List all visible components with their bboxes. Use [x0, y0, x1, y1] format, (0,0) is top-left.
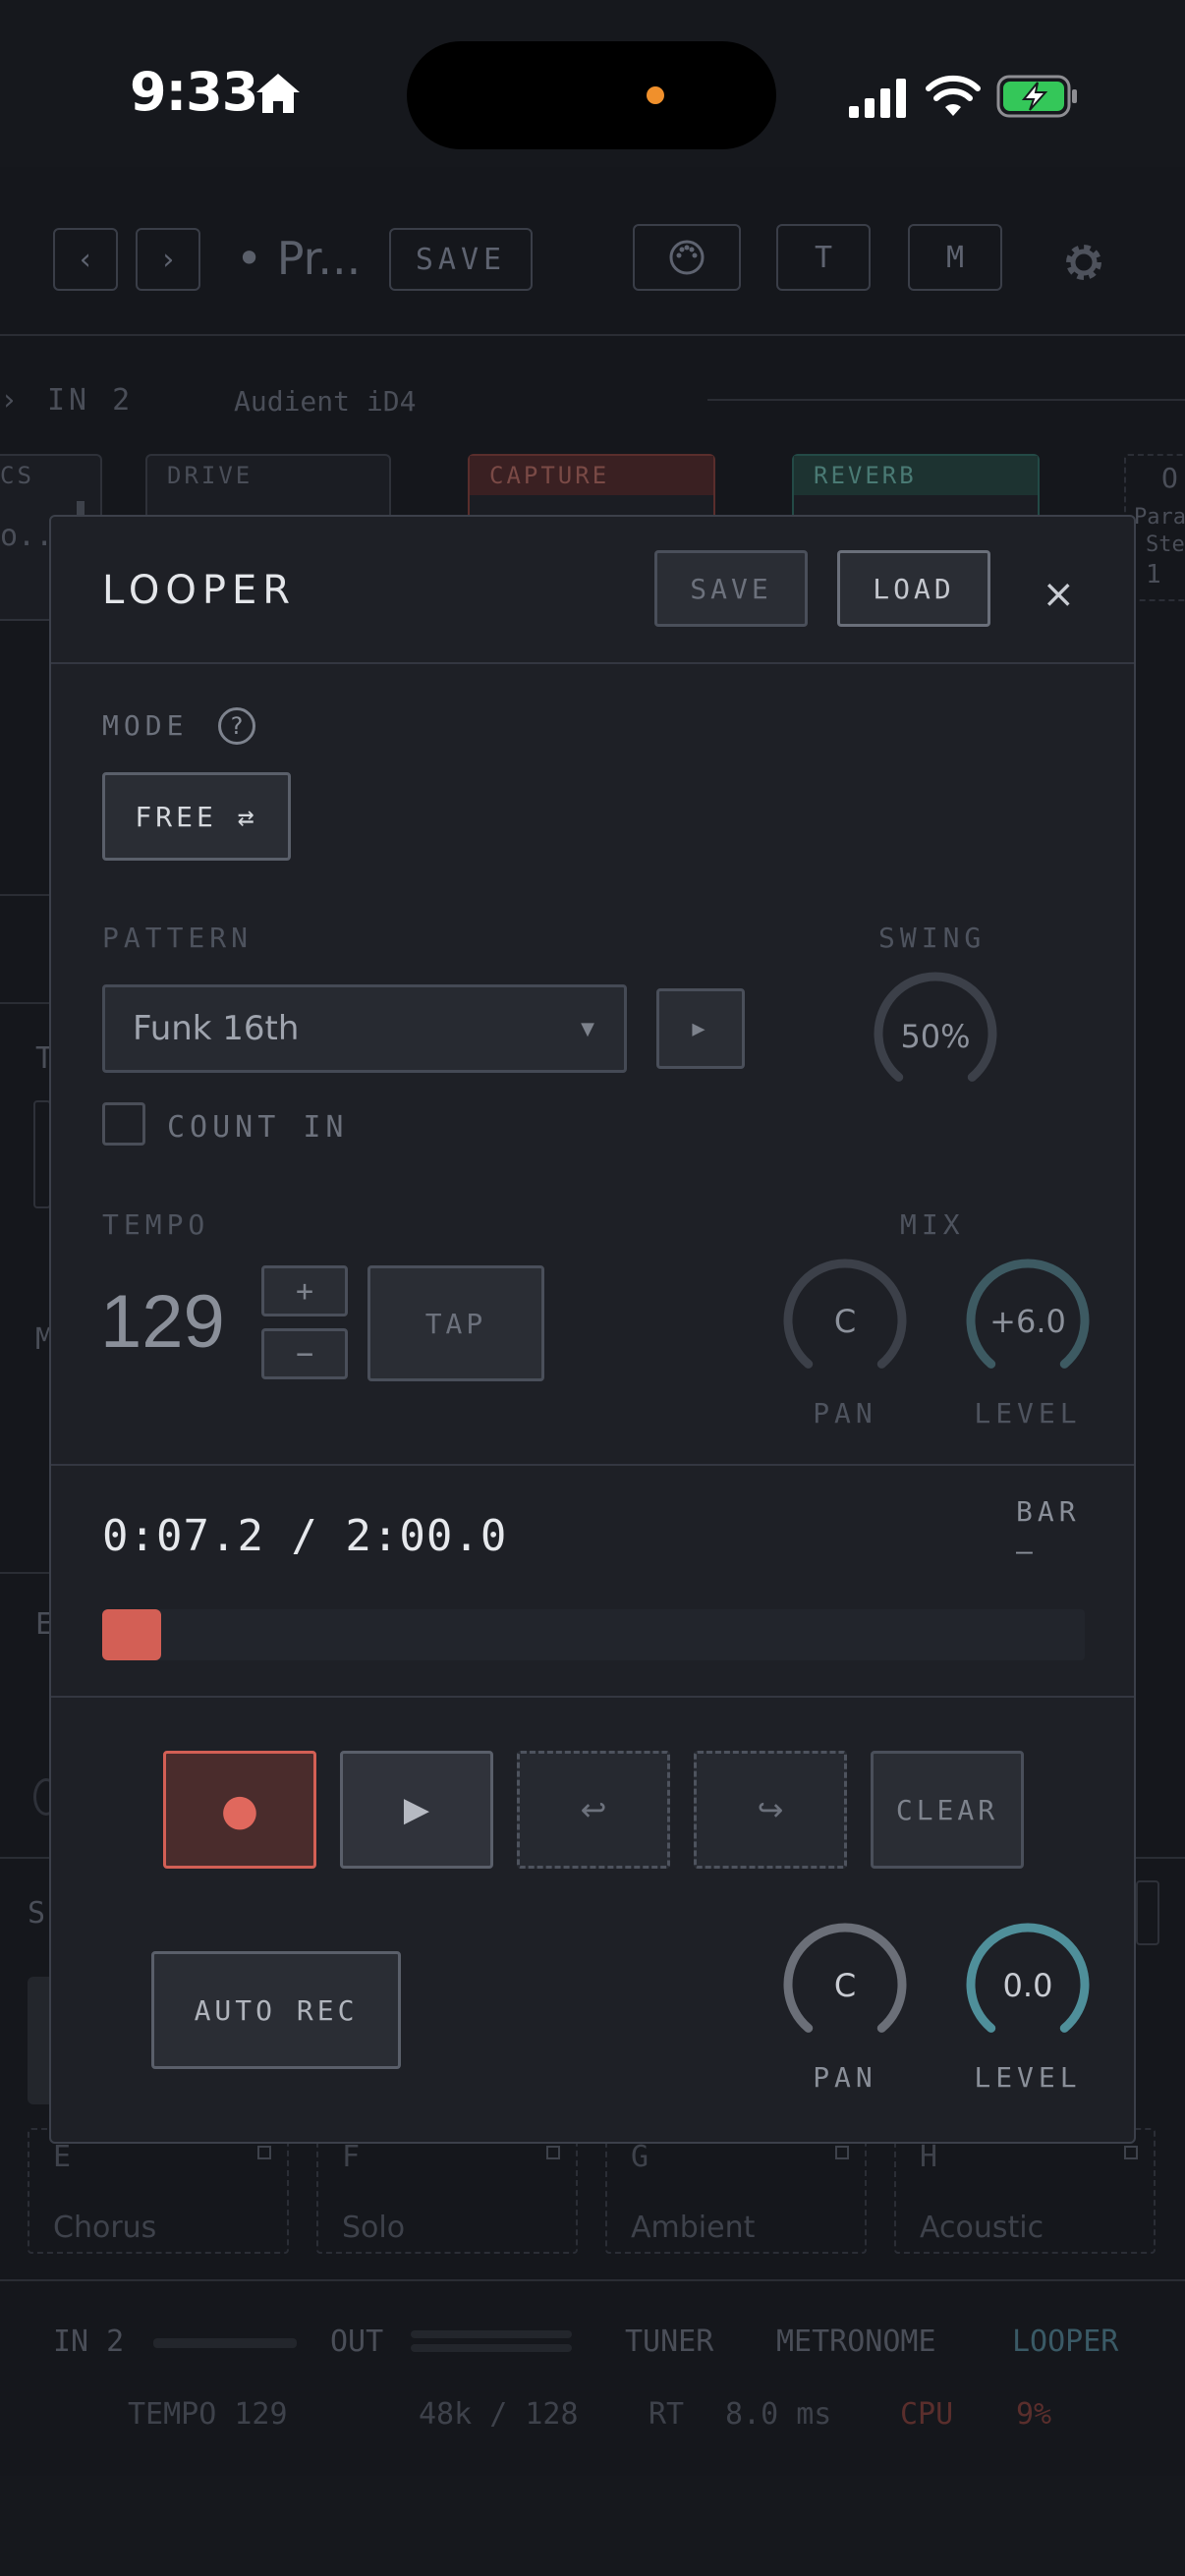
output-meter-r	[411, 2344, 572, 2352]
mix-pan-value: C	[833, 1303, 857, 1340]
status-time: 9:33	[130, 61, 258, 123]
t-button[interactable]: T	[776, 224, 871, 291]
record-icon: ●	[220, 1784, 259, 1835]
preset-save-button[interactable]: SAVE	[389, 228, 533, 291]
bottom-tempo: TEMPO 129	[128, 2397, 288, 2432]
scene-h[interactable]: H Acoustic	[894, 2128, 1156, 2254]
bg-letter-s: S	[28, 1896, 46, 1931]
redo-icon: ↪	[757, 1791, 784, 1828]
cellular-signal-icon	[849, 79, 906, 118]
input-label: IN 2	[47, 383, 135, 418]
tempo-increment-button[interactable]: +	[261, 1265, 348, 1316]
tap-tempo-button[interactable]: TAP	[367, 1265, 544, 1381]
prev-preset-button[interactable]: ‹	[53, 228, 118, 291]
wifi-icon	[926, 75, 981, 116]
pattern-play-button[interactable]: ▶	[656, 988, 745, 1069]
bottom-out-label: OUT	[330, 2324, 384, 2359]
bar-label: BAR	[1016, 1495, 1081, 1528]
bottom-in-label: IN 2	[53, 2324, 125, 2359]
bar-value: —	[1016, 1535, 1038, 1567]
loop-playhead[interactable]	[102, 1609, 161, 1660]
play-button[interactable]: ▶	[340, 1751, 493, 1869]
bottom-sample-rate: 48k / 128	[419, 2397, 579, 2432]
pattern-select-value: Funk 16th	[133, 1009, 300, 1048]
bottom-cpu-value: 9%	[1016, 2397, 1052, 2432]
pattern-label: PATTERN	[102, 922, 254, 954]
bottom-rt-label: RT	[649, 2397, 685, 2432]
scene-f[interactable]: F Solo	[316, 2128, 578, 2254]
midi-icon	[669, 240, 705, 275]
output-pan-label: PAN	[813, 2061, 877, 2094]
tempo-value: 129	[100, 1280, 225, 1364]
count-in-label: COUNT IN	[167, 1110, 349, 1145]
input-chevron: ›	[0, 383, 19, 418]
scene-g[interactable]: G Ambient	[605, 2128, 867, 2254]
tempo-label: TEMPO	[102, 1208, 210, 1241]
play-icon: ▶	[403, 1790, 430, 1829]
mix-level-value: +6.0	[989, 1303, 1066, 1340]
bottom-status-bar: IN 2 OUT TUNER METRONOME LOOPER TEMPO 12…	[0, 2279, 1185, 2476]
bg-right-control	[1136, 1880, 1159, 1945]
looper-title: LOOPER	[102, 568, 297, 613]
mode-label: MODE	[102, 709, 189, 742]
dynamic-island	[407, 41, 776, 149]
battery-charging-icon	[996, 75, 1077, 118]
looper-save-button[interactable]: SAVE	[654, 550, 808, 627]
scene-e[interactable]: E Chorus	[28, 2128, 289, 2254]
privacy-indicator	[647, 86, 664, 104]
mix-pan-label: PAN	[813, 1397, 877, 1429]
looper-modal: LOOPER SAVE LOAD × MODE ? FREE ⇄ PATTERN…	[49, 515, 1136, 2144]
swing-value: 50%	[900, 1018, 971, 1055]
bottom-rt-value: 8.0 ms	[725, 2397, 832, 2432]
position-readout: 0:07.2 / 2:00.0	[102, 1511, 508, 1561]
close-icon[interactable]: ×	[1042, 572, 1075, 617]
m-button[interactable]: M	[908, 224, 1002, 291]
mix-level-label: LEVEL	[974, 1397, 1082, 1429]
output-level-value: 0.0	[1002, 1967, 1053, 2004]
bottom-cpu-label: CPU	[900, 2397, 954, 2432]
chevron-down-icon: ▼	[581, 1019, 594, 1039]
looper-tab[interactable]: LOOPER	[1012, 2324, 1118, 2359]
preset-name[interactable]: • Pr...	[236, 232, 361, 285]
input-device: Audient iD4	[234, 385, 417, 418]
help-icon[interactable]: ?	[218, 707, 255, 745]
record-button[interactable]: ●	[163, 1751, 316, 1869]
undo-button[interactable]: ↩	[517, 1751, 670, 1869]
input-meter	[153, 2338, 297, 2348]
pattern-select[interactable]: Funk 16th ▼	[102, 984, 627, 1073]
mix-label: MIX	[900, 1208, 965, 1241]
next-preset-button[interactable]: ›	[136, 228, 200, 291]
count-in-checkbox[interactable]	[102, 1102, 145, 1146]
output-meter-l	[411, 2330, 572, 2338]
settings-gear-icon[interactable]	[1059, 238, 1108, 287]
tempo-decrement-button[interactable]: −	[261, 1328, 348, 1379]
home-icon	[256, 74, 300, 113]
mode-toggle-button[interactable]: FREE ⇄	[102, 772, 291, 861]
looper-load-button[interactable]: LOAD	[837, 550, 990, 627]
auto-rec-button[interactable]: AUTO REC	[151, 1951, 401, 2069]
metronome-tab[interactable]: METRONOME	[776, 2324, 936, 2359]
undo-icon: ↩	[580, 1791, 607, 1828]
redo-button[interactable]: ↪	[694, 1751, 847, 1869]
midi-button[interactable]	[633, 224, 741, 291]
tuner-tab[interactable]: TUNER	[625, 2324, 713, 2359]
output-pan-value: C	[833, 1967, 857, 2004]
clear-button[interactable]: CLEAR	[871, 1751, 1024, 1869]
output-level-label: LEVEL	[974, 2061, 1082, 2094]
loop-progress-track[interactable]	[102, 1609, 1085, 1660]
swing-label: SWING	[878, 922, 987, 954]
